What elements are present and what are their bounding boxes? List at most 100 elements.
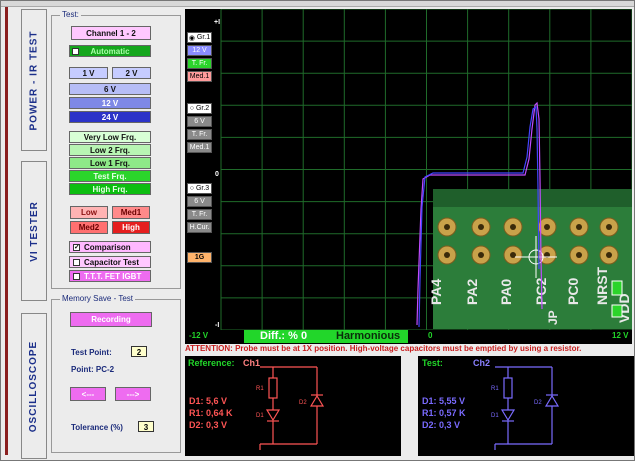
reference-d1: D1: 5,6 V xyxy=(189,396,228,406)
comparison-option[interactable]: ✓ Comparison xyxy=(69,241,151,253)
attention-message: ATTENTION: Probe must be at 1X position.… xyxy=(185,344,582,353)
vi-curve-plot: PA4 PA2 PA0 PC2 PC0 NRST VDD JP +I 0 -I xyxy=(214,8,633,331)
reference-d2: D2: 0,3 V xyxy=(189,420,228,430)
tab-label: POWER - IR TEST xyxy=(28,30,40,130)
axis-center-label: 0 xyxy=(428,331,433,340)
memory-panel-legend: Memory Save - Test xyxy=(60,294,135,303)
next-point-button[interactable]: ---> xyxy=(115,387,151,401)
freq-test-button[interactable]: Test Frq. xyxy=(69,170,151,182)
level-low-button[interactable]: Low xyxy=(70,206,108,219)
ttt-label: T.T.T. FET IGBT xyxy=(84,271,142,281)
test-d2: D2: 0,3 V xyxy=(422,420,461,430)
test-d1: D1: 5,55 V xyxy=(422,396,466,406)
reference-circuit-panel: Reference: Ch1 D1: 5,6 V R1: 0,64 K D2: … xyxy=(185,356,401,456)
status-bar: -12 V Diff.: % 0 Harmonious 0 12 V xyxy=(185,330,632,344)
automatic-label: Automatic xyxy=(90,46,130,56)
group3-current[interactable]: H.Cur. xyxy=(187,222,212,233)
pcb-pin-hole xyxy=(544,224,550,230)
test-panel-legend: Test: xyxy=(60,10,81,19)
ttt-fet-igbt-option[interactable]: T.T.T. FET IGBT xyxy=(69,270,151,282)
automatic-checkbox[interactable] xyxy=(72,48,79,55)
capacitor-test-checkbox[interactable] xyxy=(73,259,80,266)
group2-voltage[interactable]: 6 V xyxy=(187,116,212,127)
title-bar xyxy=(1,1,634,7)
schematic-label: D1 xyxy=(491,413,499,419)
pcb-pin-hole xyxy=(444,252,450,258)
automatic-toggle[interactable]: Automatic xyxy=(69,45,151,57)
pcb-label: JP xyxy=(546,310,560,325)
capacitor-test-label: Capacitor Test xyxy=(84,257,139,267)
group2-frequency[interactable]: T. Fr. xyxy=(187,129,212,140)
test-r1: R1: 0,57 K xyxy=(422,408,466,418)
axis-top-label: +I xyxy=(214,19,220,26)
pcb-label: NRST xyxy=(594,266,610,305)
pcb-photo: PA4 PA2 PA0 PC2 PC0 NRST VDD JP xyxy=(428,189,632,329)
vi-curve-display: PA4 PA2 PA0 PC2 PC0 NRST VDD JP +I 0 -I xyxy=(185,8,633,343)
level-high-button[interactable]: High xyxy=(112,221,150,234)
test-point-value[interactable]: 2 xyxy=(131,346,147,357)
freq-high-button[interactable]: High Frq. xyxy=(69,183,151,195)
tolerance-label: Tolerance (%) xyxy=(71,423,123,432)
pcb-pin-hole xyxy=(478,224,484,230)
group1-voltage[interactable]: 12 V xyxy=(187,45,212,56)
group1-current[interactable]: Med.1 xyxy=(187,71,212,82)
reference-title: Reference: xyxy=(188,358,235,368)
pcb-pin-hole xyxy=(444,224,450,230)
zoom-button[interactable]: 1G xyxy=(187,252,212,263)
freq-low2-button[interactable]: Low 2 Frq. xyxy=(69,144,151,156)
schematic-label: D2 xyxy=(534,400,542,406)
voltage-24v-button[interactable]: 24 V xyxy=(69,111,151,123)
schematic-label: R1 xyxy=(491,386,499,392)
test-point-label: Test Point: xyxy=(71,348,112,357)
reference-schematic: R1 D1 D2 xyxy=(256,366,325,450)
ttt-checkbox[interactable] xyxy=(73,273,80,280)
channel-button[interactable]: Channel 1 - 2 xyxy=(71,26,151,40)
voltage-12v-button[interactable]: 12 V xyxy=(69,97,151,109)
test-circuit-panel: Test: Ch2 D1: 5,55 V R1: 0,57 K D2: 0,3 … xyxy=(418,356,634,456)
axis-bottom-label: -I xyxy=(215,322,219,329)
recording-button[interactable]: Recording xyxy=(70,312,152,327)
point-label: Point: PC-2 xyxy=(71,365,115,374)
voltage-2v-button[interactable]: 2 V xyxy=(112,67,151,79)
group1-frequency[interactable]: T. Fr. xyxy=(187,58,212,69)
pcb-label: PA0 xyxy=(498,279,514,305)
prev-point-button[interactable]: <--- xyxy=(70,387,106,401)
pcb-pin-hole xyxy=(576,252,582,258)
freq-low1-button[interactable]: Low 1 Frq. xyxy=(69,157,151,169)
result-box: Diff.: % 0 Harmonious xyxy=(244,330,408,343)
tab-label: VI TESTER xyxy=(28,200,40,262)
comparison-label: Comparison xyxy=(84,242,131,252)
comparison-checkbox[interactable]: ✓ xyxy=(73,244,80,251)
result-text: Harmonious xyxy=(336,330,401,342)
group3-voltage[interactable]: 6 V xyxy=(187,196,212,207)
schematic-label: D1 xyxy=(256,413,264,419)
group2-radio[interactable]: ○ Gr.2 xyxy=(187,103,212,114)
tolerance-value[interactable]: 3 xyxy=(138,421,154,432)
voltage-1v-button[interactable]: 1 V xyxy=(69,67,108,79)
pcb-label: PC0 xyxy=(565,278,581,305)
level-med1-button[interactable]: Med1 xyxy=(112,206,150,219)
capacitor-test-option[interactable]: Capacitor Test xyxy=(69,256,151,268)
pcb-pin-hole xyxy=(478,252,484,258)
group3-radio[interactable]: ○ Gr.3 xyxy=(187,183,212,194)
diff-value: Diff.: % 0 xyxy=(260,330,308,342)
reference-r1: R1: 0,64 K xyxy=(189,408,233,418)
tab-power-ir-test[interactable]: POWER - IR TEST xyxy=(21,9,47,151)
pcb-label: PA2 xyxy=(464,279,480,305)
tab-vi-tester[interactable]: VI TESTER xyxy=(21,161,47,301)
group2-current[interactable]: Med.1 xyxy=(187,142,212,153)
tab-label: OSCILLOSCOPE xyxy=(28,340,40,432)
level-med2-button[interactable]: Med2 xyxy=(70,221,108,234)
axis-left-label: -12 V xyxy=(189,331,209,340)
voltage-6v-button[interactable]: 6 V xyxy=(69,83,151,95)
group1-radio[interactable]: ◉ Gr.1 xyxy=(187,32,212,43)
group3-frequency[interactable]: T. Fr. xyxy=(187,209,212,220)
schematic-label: R1 xyxy=(256,386,264,392)
app-window: POWER - IR TEST VI TESTER OSCILLOSCOPE T… xyxy=(0,0,635,461)
freq-very-low-button[interactable]: Very Low Frq. xyxy=(69,131,151,143)
axis-right-label: 12 V xyxy=(612,331,629,340)
pcb-pin-hole xyxy=(606,224,612,230)
tab-oscilloscope[interactable]: OSCILLOSCOPE xyxy=(21,313,47,459)
schematic-label: D2 xyxy=(299,400,307,406)
pcb-label: PA4 xyxy=(428,279,444,305)
